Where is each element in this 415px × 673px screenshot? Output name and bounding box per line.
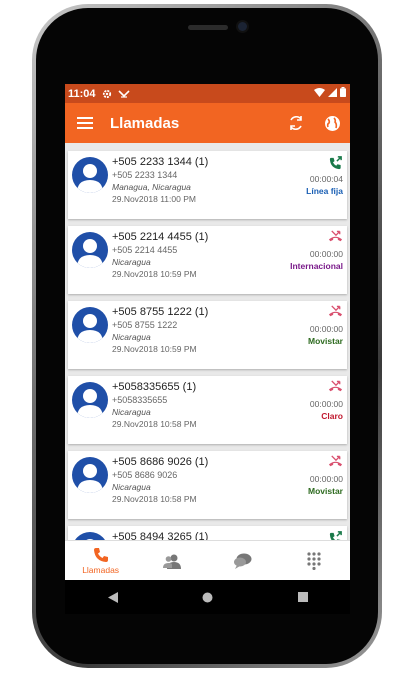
call-list-item[interactable]: +505 2214 4455 (1) +505 2214 4455 Nicara… (68, 226, 347, 294)
contact-avatar (72, 382, 108, 418)
earpiece-speaker (188, 25, 228, 30)
call-list-item[interactable]: +505 2233 1344 (1) +505 2233 1344 Managu… (68, 151, 347, 219)
contact-avatar (72, 532, 108, 540)
call-number: +5058335655 (112, 395, 168, 405)
call-datetime: 29.Nov2018 10:59 PM (112, 269, 197, 279)
call-info: +505 2233 1344 (1) +505 2233 1344 Managu… (112, 155, 262, 205)
call-list: +505 2233 1344 (1) +505 2233 1344 Managu… (65, 143, 350, 540)
call-duration: 00:00:00 (309, 474, 343, 484)
home-icon (202, 592, 213, 602)
recents-button[interactable] (283, 582, 323, 612)
menu-button[interactable] (65, 103, 105, 143)
call-location: Managua, Nicaragua (112, 182, 191, 192)
call-number: +505 8686 9026 (112, 470, 178, 480)
android-nav-bar (65, 580, 350, 614)
call-location: Nicaragua (112, 482, 151, 492)
call-duration: 00:00:00 (309, 324, 343, 334)
call-info: +505 8686 9026 (1) +505 8686 9026 Nicara… (112, 455, 262, 505)
dialpad-icon (307, 552, 321, 570)
call-info: +5058335655 (1) +5058335655 Nicaragua 29… (112, 380, 262, 430)
call-datetime: 29.Nov2018 10:59 PM (112, 344, 197, 354)
contact-avatar (72, 232, 108, 268)
sync-icon (290, 115, 302, 131)
call-location: Nicaragua (112, 332, 151, 342)
settings-icon (102, 89, 112, 99)
chat-icon (234, 553, 252, 569)
missed-call-icon (263, 380, 343, 398)
answered-call-icon (263, 155, 343, 173)
home-button[interactable] (188, 582, 228, 612)
call-operator: Movistar (308, 486, 343, 496)
call-title: +505 8686 9026 (1) (112, 456, 209, 468)
hamburger-icon (77, 117, 93, 129)
app-bar: Llamadas (65, 103, 350, 143)
back-button[interactable] (93, 582, 133, 612)
contact-avatar (72, 307, 108, 343)
phone-icon (93, 548, 108, 562)
call-list-item[interactable]: +505 8755 1222 (1) +505 8755 1222 Nicara… (68, 301, 347, 369)
nav-tab-chat[interactable] (208, 541, 279, 580)
globe-button[interactable] (314, 103, 350, 143)
call-datetime: 29.Nov2018 10:58 PM (112, 494, 197, 504)
call-datetime: 29.Nov2018 10:58 PM (112, 419, 197, 429)
call-location: Nicaragua (112, 257, 151, 267)
cellular-icon (328, 87, 337, 100)
call-info: +505 8494 3265 (1) (112, 530, 262, 540)
nav-tab-dialpad[interactable] (279, 541, 350, 580)
call-number: +505 2233 1344 (112, 170, 178, 180)
call-duration: 00:00:00 (309, 249, 343, 259)
contact-avatar (72, 157, 108, 193)
call-operator: Movistar (308, 336, 343, 346)
sync-button[interactable] (278, 103, 314, 143)
front-camera (238, 22, 247, 31)
missed-call-icon (263, 305, 343, 323)
status-bar: 11:04 (65, 84, 350, 103)
call-list-item[interactable]: +5058335655 (1) +5058335655 Nicaragua 29… (68, 376, 347, 444)
call-number: +505 8755 1222 (112, 320, 178, 330)
missed-call-icon (263, 455, 343, 473)
call-meta: 00:00:00 Movistar (263, 305, 343, 347)
call-operator: Internacional (290, 261, 343, 271)
call-title: +505 8494 3265 (1) (112, 531, 209, 540)
call-datetime: 29.Nov2018 11:00 PM (112, 194, 196, 204)
call-list-item[interactable]: +505 8686 9026 (1) +505 8686 9026 Nicara… (68, 451, 347, 519)
wifi-icon (314, 87, 325, 100)
missed-call-icon (263, 230, 343, 248)
recents-icon (297, 592, 308, 602)
call-number: +505 2214 4455 (112, 245, 178, 255)
call-operator: Claro (321, 411, 343, 421)
call-title: +505 2233 1344 (1) (112, 156, 209, 168)
nav-tab-calls-label: Llamadas (82, 565, 120, 575)
call-title: +5058335655 (1) (112, 381, 197, 393)
back-icon (107, 591, 118, 603)
contact-avatar (72, 457, 108, 493)
call-title: +505 2214 4455 (1) (112, 231, 209, 243)
battery-icon (340, 87, 346, 100)
call-title: +505 8755 1222 (1) (112, 306, 209, 318)
call-duration: 00:00:00 (309, 399, 343, 409)
page-title: Llamadas (110, 114, 180, 132)
call-location: Nicaragua (112, 407, 151, 417)
phone-screen: 11:04 Llamadas +505 2233 1344 (1) +505 2… (65, 84, 350, 580)
call-info: +505 2214 4455 (1) +505 2214 4455 Nicara… (112, 230, 262, 280)
call-meta (263, 530, 343, 540)
status-time: 11:04 (68, 87, 96, 100)
nav-tab-calls[interactable]: Llamadas (65, 541, 136, 580)
call-operator: Línea fija (306, 186, 343, 196)
answered-call-icon (263, 530, 343, 540)
nav-tab-contacts[interactable] (136, 541, 207, 580)
call-info: +505 8755 1222 (1) +505 8755 1222 Nicara… (112, 305, 262, 355)
signal-icon (117, 89, 130, 98)
call-meta: 00:00:00 Movistar (263, 455, 343, 497)
call-list-item[interactable]: +505 8494 3265 (1) (68, 526, 347, 540)
contacts-icon (162, 554, 181, 569)
call-meta: 00:00:00 Claro (263, 380, 343, 422)
bottom-navigation: Llamadas (65, 540, 350, 580)
call-meta: 00:00:00 Internacional (263, 230, 343, 272)
call-meta: 00:00:04 Línea fija (263, 155, 343, 197)
globe-icon (324, 115, 340, 131)
call-duration: 00:00:04 (309, 174, 343, 184)
